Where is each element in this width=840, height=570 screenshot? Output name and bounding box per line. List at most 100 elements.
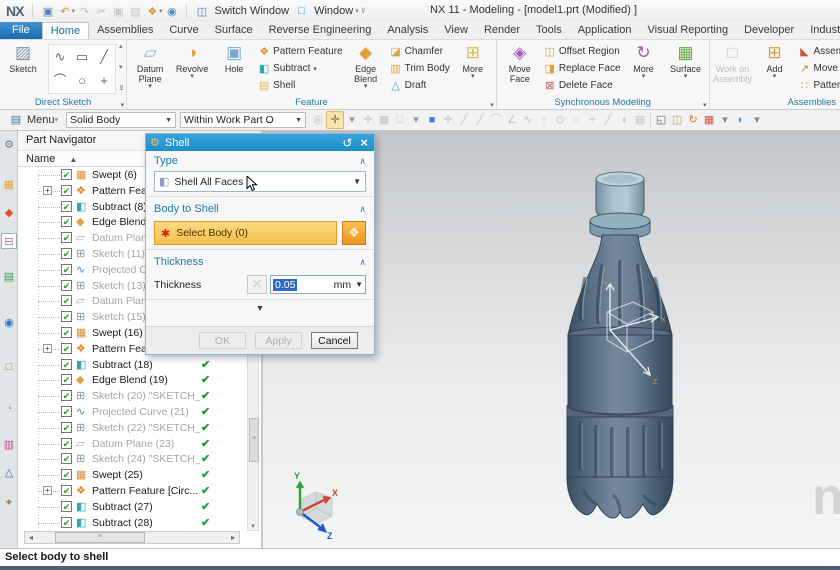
edge-blend-button-dropdown[interactable]: ▾: [364, 83, 368, 90]
surface-button[interactable]: ▦ Surface ▾: [665, 42, 707, 80]
window-dropdown-arrow[interactable]: ▾: [355, 7, 359, 15]
command-finder-icon[interactable]: ❖: [145, 5, 160, 18]
select-body-field[interactable]: ✱ Select Body (0): [154, 221, 337, 245]
replace-face-button[interactable]: ◨ Replace Face: [543, 60, 621, 77]
customize-quick-access-arrow[interactable]: ⊽: [361, 7, 366, 15]
more-feature-button[interactable]: ⊞ More ▾: [452, 42, 494, 80]
edge-blend-button[interactable]: ◆ Edge Blend ▾: [345, 42, 387, 90]
feature-checkbox[interactable]: ✔: [61, 358, 72, 370]
tab-analysis[interactable]: Analysis: [379, 22, 436, 39]
switch-window-button[interactable]: Switch Window: [214, 5, 289, 17]
shell-type-dropdown[interactable]: ◧ Shell All Faces ▼: [154, 171, 366, 192]
point-tool-icon[interactable]: +: [93, 69, 115, 93]
delete-face-button[interactable]: ⊠ Delete Face: [543, 77, 621, 94]
assembly-constraints-button[interactable]: ◣Assembly Constraints: [798, 43, 840, 60]
dialog-close-icon[interactable]: ×: [360, 135, 368, 150]
tree-row-projected-curve-21[interactable]: ✔ ∿ Projected Curve (21) ✔: [18, 404, 244, 420]
feature-checkbox[interactable]: ✔: [61, 200, 72, 212]
line-icon[interactable]: ╱: [456, 112, 472, 128]
feature-checkbox[interactable]: ✔: [61, 500, 72, 512]
offset-region-button[interactable]: ◫ Offset Region: [543, 43, 621, 60]
undo-icon[interactable]: ↶: [57, 5, 72, 18]
face-icon[interactable]: ◖: [616, 112, 632, 128]
scope-filter-select[interactable]: Within Work Part O ▼: [180, 112, 307, 128]
circle-icon[interactable]: ○: [568, 112, 584, 128]
feature-checkbox[interactable]: ✔: [61, 406, 72, 417]
feature-checkbox[interactable]: ✔: [61, 342, 72, 354]
thickness-section-header[interactable]: Thickness ∧: [146, 252, 374, 272]
tab-home[interactable]: Home: [41, 22, 90, 39]
plus-icon[interactable]: +: [584, 112, 600, 128]
tree-row-edge-blend-19[interactable]: ✔ ◆ Edge Blend (19) ✔: [18, 372, 244, 388]
vertical-scrollbar-thumb[interactable]: ≡: [249, 418, 259, 462]
horizontal-scrollbar[interactable]: ◂ ≡ ▸: [24, 531, 240, 544]
zoom-window-icon[interactable]: ◱: [653, 112, 669, 128]
feature-checkbox[interactable]: ✔: [61, 263, 72, 275]
clip-section-icon[interactable]: ◐: [733, 112, 749, 128]
revolve-button[interactable]: ◑ Revolve ▾: [171, 42, 213, 80]
tab-application[interactable]: Application: [570, 22, 640, 39]
constraint-navigator-icon[interactable]: ◆: [1, 205, 17, 221]
part-navigator-icon[interactable]: ⊟: [1, 233, 17, 249]
feature-checkbox[interactable]: ✔: [61, 295, 72, 307]
dropdown-arrow-icon[interactable]: ▼: [353, 177, 361, 186]
polyline-icon[interactable]: ∠: [504, 112, 520, 128]
sheet-icon[interactable]: ▤: [632, 112, 648, 128]
arc-tool-icon[interactable]: ⌒: [49, 69, 71, 93]
feature-checkbox[interactable]: ✔: [61, 248, 72, 259]
tree-row-sketch-20-sketch[interactable]: ✔ ⊞ Sketch (20) "SKETCH_... ✔: [18, 388, 244, 404]
circle-center-icon[interactable]: ⊙: [552, 112, 568, 128]
feature-checkbox[interactable]: ✔: [61, 374, 72, 386]
tab-assemblies[interactable]: Assemblies: [89, 22, 161, 39]
pattern-component-button[interactable]: ∷Pattern Component: [798, 77, 840, 94]
command-finder-icon-dropdown[interactable]: ▾: [159, 7, 163, 15]
tree-row-subtract-27[interactable]: ✔ ◧ Subtract (27) ✔: [18, 499, 244, 515]
datum-plane-button-dropdown[interactable]: ▾: [148, 83, 152, 90]
feature-checkbox[interactable]: ✔: [61, 184, 72, 196]
grid-dropdown[interactable]: ▾: [717, 112, 733, 128]
tab-tools[interactable]: Tools: [528, 22, 570, 39]
roles-icon[interactable]: ✦: [1, 495, 17, 511]
line2-icon[interactable]: ╱: [472, 112, 488, 128]
tree-row-sketch-22-sketch[interactable]: ✔ ⊞ Sketch (22) "SKETCH_... ✔: [18, 420, 244, 436]
more-sync-button[interactable]: ↻ More ▾: [623, 42, 665, 80]
feature-checkbox[interactable]: ✔: [61, 516, 72, 528]
more-sync-button-dropdown[interactable]: ▾: [642, 73, 646, 80]
tree-row-subtract-18[interactable]: ✔ ◧ Subtract (18) ✔: [18, 357, 244, 373]
horizontal-scrollbar-thumb[interactable]: ≡: [55, 532, 145, 543]
history-icon[interactable]: □: [1, 359, 17, 375]
clock-icon[interactable]: ◔: [1, 401, 17, 417]
tab-curve[interactable]: Curve: [161, 22, 206, 39]
sort-ascending-icon[interactable]: ▲: [69, 155, 77, 164]
cancel-button[interactable]: Cancel: [311, 332, 358, 349]
add-component-button-dropdown[interactable]: ▾: [773, 73, 777, 80]
solid-cube-icon[interactable]: ■: [424, 112, 440, 128]
group-dialog-launcher[interactable]: ▾: [121, 101, 125, 109]
visual-reports-icon[interactable]: ▥: [1, 437, 17, 453]
feature-checkbox[interactable]: ✔: [61, 279, 72, 291]
unit-dropdown-arrow[interactable]: ▼: [355, 280, 363, 289]
smart-selection-icon[interactable]: ✛: [360, 112, 376, 128]
vector-icon[interactable]: ↑: [536, 112, 552, 128]
feature-checkbox[interactable]: ✔: [61, 216, 72, 228]
feature-checkbox[interactable]: ✔: [61, 311, 72, 323]
datum-plane-button[interactable]: ▱ Datum Plane ▾: [129, 42, 171, 90]
tab-render[interactable]: Render: [476, 22, 528, 39]
reuse-library-icon[interactable]: ▤: [1, 269, 17, 285]
collapse-chevron-icon[interactable]: ∧: [359, 257, 366, 268]
group-dialog-launcher[interactable]: ▾: [703, 101, 707, 109]
snap-dropdown[interactable]: ▾: [344, 112, 360, 128]
expand-icon[interactable]: +: [43, 486, 52, 495]
assembly-navigator-icon[interactable]: ▦: [1, 177, 17, 193]
arc-icon[interactable]: ⌒: [488, 112, 504, 128]
feature-checkbox[interactable]: ✔: [61, 421, 72, 433]
feature-checkbox[interactable]: ✔: [61, 469, 72, 481]
clip-dropdown[interactable]: ▾: [749, 112, 765, 128]
add-component-button[interactable]: ⊞ Add ▾: [754, 42, 796, 80]
tab-file[interactable]: File: [0, 22, 42, 39]
collapse-chevron-icon[interactable]: ∧: [359, 204, 366, 215]
move-handles-icon[interactable]: ✛: [440, 112, 456, 128]
gear-icon[interactable]: ⚙: [1, 137, 17, 153]
dialog-reset-icon[interactable]: ↺: [342, 136, 352, 150]
thickness-input[interactable]: 0.05 mm ▼: [270, 275, 366, 294]
